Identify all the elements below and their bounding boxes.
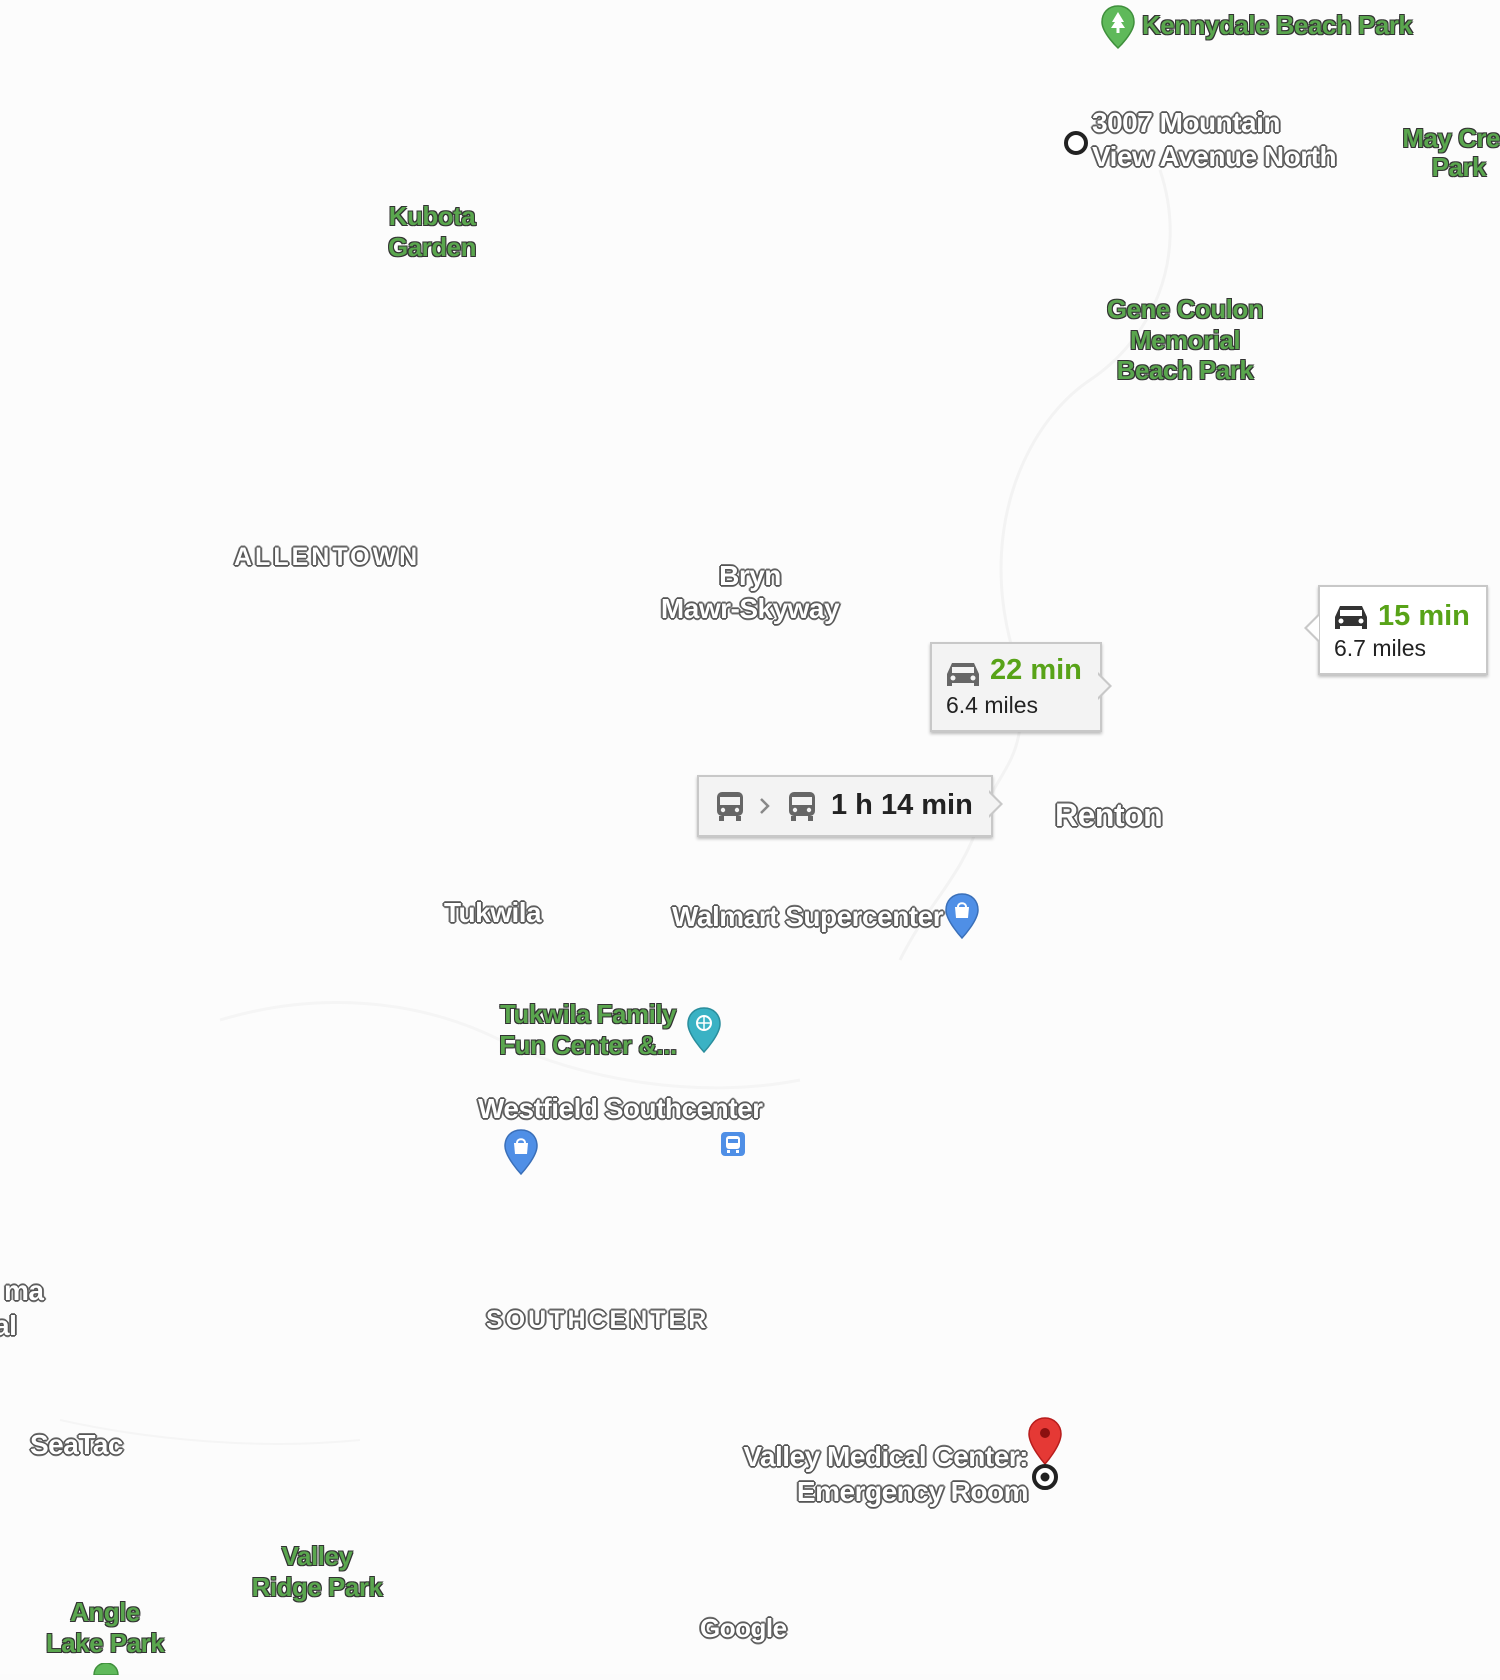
origin-label-line2: View Avenue North xyxy=(1092,140,1337,172)
route-card-pointer-22min-fill xyxy=(1097,674,1109,698)
destination-label-line2: Emergency Room xyxy=(796,1475,1029,1507)
route-card-driving-15min[interactable]: 15 min 6.7 miles xyxy=(1318,585,1488,675)
shopping-pin-icon[interactable] xyxy=(503,1128,539,1181)
chevron-right-icon xyxy=(759,797,771,820)
origin-label[interactable]: 3007 Mountain View Avenue North xyxy=(1092,107,1337,173)
park-label-kubota-line2: Garden xyxy=(387,231,477,262)
park-label-gene-coulon-line2: Memorial xyxy=(1129,324,1241,355)
park-label-angle-lake[interactable]: Angle Lake Park xyxy=(38,1598,172,1657)
place-label-fun-center-line2: Fun Center &... xyxy=(499,1029,677,1060)
park-label-gene-coulon-line1: Gene Coulon xyxy=(1106,294,1264,324)
route-card-transit[interactable]: 1 h 14 min xyxy=(697,775,993,837)
route-time: 1 h 14 min xyxy=(831,789,973,821)
place-label-renton[interactable]: Renton xyxy=(1055,797,1163,833)
park-label-angle-lake-line1: Angle xyxy=(70,1597,140,1627)
route-time: 22 min xyxy=(990,654,1082,686)
car-icon xyxy=(946,659,980,694)
park-label-kubota-line1: Kubota xyxy=(388,201,476,231)
park-label-valley-ridge[interactable]: Valley Ridge Park xyxy=(242,1542,392,1601)
park-label-kennydale[interactable]: Kennydale Beach Park xyxy=(1142,11,1413,40)
place-label-bryn-line2: Mawr-Skyway xyxy=(660,592,840,624)
place-label-fun-center-line1: Tukwila Family xyxy=(499,999,677,1029)
destination-label-line1: Valley Medical Center: xyxy=(743,1441,1028,1472)
park-label-may-creek[interactable]: May Cre Park xyxy=(1378,124,1500,181)
neighborhood-label-allentown: ALLENTOWN xyxy=(234,543,421,571)
shopping-pin-icon[interactable] xyxy=(944,892,980,945)
place-label-fun-center[interactable]: Tukwila Family Fun Center &... xyxy=(488,1000,688,1059)
place-label-partial[interactable]: ma al xyxy=(0,1275,44,1342)
route-card-driving-22min[interactable]: 22 min 6.4 miles xyxy=(930,642,1102,732)
park-label-kubota[interactable]: Kubota Garden xyxy=(362,202,502,261)
recreation-pin-icon[interactable] xyxy=(686,1006,722,1059)
route-distance: 6.7 miles xyxy=(1334,635,1427,661)
park-label-gene-coulon-line3: Beach Park xyxy=(1116,355,1254,386)
place-label-bryn-mawr-skyway[interactable]: Bryn Mawr-Skyway xyxy=(652,560,848,625)
route-card-pointer-transit-fill xyxy=(988,792,1000,816)
park-label-valley-ridge-line2: Ridge Park xyxy=(251,1571,383,1602)
bus-icon xyxy=(715,790,745,827)
origin-marker-icon[interactable] xyxy=(1062,129,1090,162)
neighborhood-label-southcenter: SOUTHCENTER xyxy=(486,1306,710,1334)
destination-label[interactable]: Valley Medical Center: Emergency Room xyxy=(690,1441,1029,1508)
park-label-may-creek-line2: Park xyxy=(1431,151,1487,182)
place-label-tukwila[interactable]: Tukwila xyxy=(444,897,542,929)
park-label-valley-ridge-line1: Valley xyxy=(281,1541,353,1571)
map-background xyxy=(0,0,1500,1674)
place-label-westfield[interactable]: Westfield Southcenter xyxy=(478,1093,763,1125)
route-card-pointer-15min-fill xyxy=(1307,616,1319,640)
place-label-partial-line2: al xyxy=(0,1309,17,1341)
place-label-partial-line1: ma xyxy=(4,1275,44,1306)
bus-icon xyxy=(787,790,817,827)
park-label-may-creek-line1: May Cre xyxy=(1402,123,1500,153)
origin-label-line1: 3007 Mountain xyxy=(1092,107,1280,138)
park-label-angle-lake-line2: Lake Park xyxy=(45,1627,165,1658)
park-label-gene-coulon[interactable]: Gene Coulon Memorial Beach Park xyxy=(1095,295,1275,385)
park-pin-icon[interactable] xyxy=(1100,4,1136,55)
google-attribution: Google xyxy=(700,1613,787,1643)
map-canvas[interactable]: Kennydale Beach Park 3007 Mountain View … xyxy=(0,0,1500,1676)
route-time: 15 min xyxy=(1378,600,1470,632)
place-label-seatac[interactable]: SeaTac xyxy=(30,1429,124,1461)
place-label-walmart[interactable]: Walmart Supercenter xyxy=(672,901,944,933)
transit-station-icon[interactable] xyxy=(720,1131,746,1162)
place-label-bryn-line1: Bryn xyxy=(719,560,781,591)
destination-marker-icon[interactable] xyxy=(1030,1462,1060,1497)
park-pin-icon[interactable] xyxy=(88,1662,124,1680)
route-distance: 6.4 miles xyxy=(946,692,1039,718)
car-icon xyxy=(1334,602,1368,637)
